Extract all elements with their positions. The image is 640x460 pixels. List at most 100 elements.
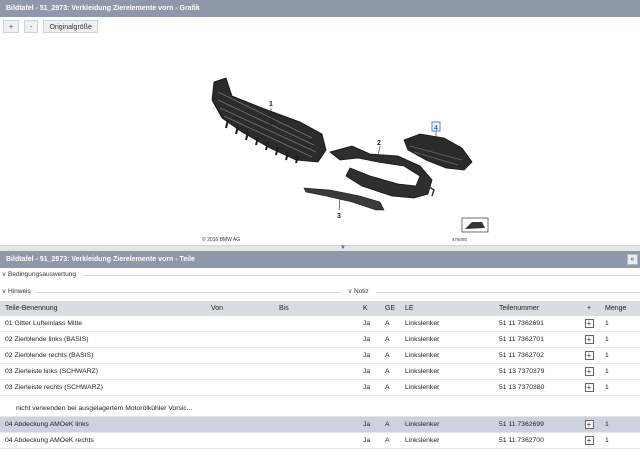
conditions-label: Bedingungsauswertung <box>8 271 76 278</box>
copyright-text: © 2016 BMW AG <box>202 236 240 243</box>
part-1-center-grille[interactable] <box>211 77 327 164</box>
callout-1[interactable]: 1 <box>269 101 273 108</box>
part-le: Linkslenker <box>405 368 440 375</box>
part-from <box>206 364 274 379</box>
add-to-cart-button[interactable]: + <box>578 433 600 448</box>
part-le: Linkslenker <box>405 437 440 444</box>
part-name: 04 Abdeckung AMOeK rechts <box>5 437 94 444</box>
callout-4[interactable]: 4 <box>434 125 438 132</box>
part-number: 51 13 7370380 <box>499 384 545 391</box>
callout-2[interactable]: 2 <box>377 140 381 147</box>
part-k: Ja <box>363 336 371 343</box>
add-to-cart-button[interactable]: + <box>578 316 600 331</box>
parts-panel-title: Bildtafel - 51_2973: Verkleidung Zierele… <box>0 251 640 268</box>
table-row[interactable]: 02 Zierblende rechts (BASIS) Ja A Linksl… <box>0 348 640 364</box>
col-header-name[interactable]: Teile-Benennung <box>0 301 206 316</box>
part-name: 01 Gitter Lufteinlass Mitte <box>5 320 83 327</box>
table-header: Teile-Benennung Von Bis K GE LE Teilenum… <box>0 301 640 316</box>
table-row-selected[interactable]: 04 Abdeckung AMOeK links Ja A Linkslenke… <box>0 417 640 433</box>
zoom-in-button[interactable]: + <box>3 20 20 33</box>
conditions-section[interactable]: ∨ Bedingungsauswertung <box>0 269 640 281</box>
plus-icon: + <box>584 435 594 445</box>
part-to <box>274 380 358 395</box>
add-to-cart-button[interactable]: + <box>578 332 600 347</box>
chevron-down-icon: ∨ <box>347 288 353 295</box>
add-to-cart-button[interactable]: + <box>578 348 600 363</box>
plus-icon: + <box>584 318 594 328</box>
note-row[interactable]: nicht verwenden bei ausgelagertem Motorö… <box>0 396 640 417</box>
part-from <box>206 380 274 395</box>
part-k: Ja <box>363 352 371 359</box>
original-size-button[interactable]: Originalgröße <box>43 20 98 33</box>
col-header-k[interactable]: K <box>358 301 380 316</box>
part-le: Linkslenker <box>405 320 440 327</box>
plus-icon: + <box>584 382 594 392</box>
plus-icon: + <box>584 334 594 344</box>
section-divider <box>36 292 342 293</box>
part-le: Linkslenker <box>405 421 440 428</box>
part-from <box>206 417 274 432</box>
part-to <box>274 364 358 379</box>
table-row[interactable]: 03 Zierleiste rechts (SCHWARZ) Ja A Link… <box>0 380 640 396</box>
part-k: Ja <box>363 368 371 375</box>
part-number: 51 11 7362700 <box>499 437 544 444</box>
parts-table: Teile-Benennung Von Bis K GE LE Teilenum… <box>0 301 640 449</box>
callout-3[interactable]: 3 <box>337 213 341 220</box>
part-ge: A <box>385 437 390 444</box>
part-k: Ja <box>363 320 371 327</box>
part-ge: A <box>385 421 390 428</box>
graphic-panel-title: Bildtafel - 51_2973: Verkleidung Zierele… <box>0 0 640 17</box>
part-quantity: 1 <box>605 384 609 391</box>
part-le: Linkslenker <box>405 336 440 343</box>
part-number: 51 11 7362699 <box>499 421 544 428</box>
collapse-panel-icon[interactable]: « <box>627 254 638 265</box>
part-3-trim-strip[interactable] <box>303 187 385 211</box>
add-to-cart-button[interactable]: + <box>578 380 600 395</box>
add-to-cart-button[interactable]: + <box>578 364 600 379</box>
note-section[interactable]: ∨ Notiz <box>346 286 640 298</box>
part-number: 51 11 7362691 <box>499 320 544 327</box>
part-from <box>206 433 274 448</box>
part-ge: A <box>385 336 390 343</box>
part-quantity: 1 <box>605 368 609 375</box>
section-divider <box>82 275 640 276</box>
part-quantity: 1 <box>605 437 609 444</box>
graphic-toolbar: + - Originalgröße <box>3 20 98 34</box>
section-divider <box>376 292 640 293</box>
col-header-part-number[interactable]: Teilenummer <box>494 301 578 316</box>
plus-icon: + <box>584 366 594 376</box>
part-name: 03 Zierleiste links (SCHWARZ) <box>5 368 99 375</box>
col-header-le[interactable]: LE <box>400 301 494 316</box>
part-ge: A <box>385 352 390 359</box>
part-quantity: 1 <box>605 336 609 343</box>
part-from <box>206 332 274 347</box>
col-header-quantity[interactable]: Menge <box>600 301 640 316</box>
diagram-code: 476080 <box>452 237 468 242</box>
add-to-cart-button[interactable]: + <box>578 417 600 432</box>
hint-label: Hinweis <box>8 288 31 295</box>
note-row-text: nicht verwenden bei ausgelagertem Motorö… <box>16 405 193 412</box>
part-name: 03 Zierleiste rechts (SCHWARZ) <box>5 384 103 391</box>
col-header-from[interactable]: Von <box>206 301 274 316</box>
part-from <box>206 348 274 363</box>
col-header-to[interactable]: Bis <box>274 301 358 316</box>
part-quantity: 1 <box>605 320 609 327</box>
part-to <box>274 348 358 363</box>
table-row[interactable]: 04 Abdeckung AMOeK rechts Ja A Linkslenk… <box>0 433 640 449</box>
table-row[interactable]: 03 Zierleiste links (SCHWARZ) Ja A Links… <box>0 364 640 380</box>
parts-diagram[interactable]: 1 2 3 4 © 2016 BMW AG 476080 <box>0 36 640 246</box>
table-row[interactable]: 02 Zierblende links (BASIS) Ja A Linksle… <box>0 332 640 348</box>
zoom-out-button[interactable]: - <box>24 20 39 33</box>
part-quantity: 1 <box>605 421 609 428</box>
part-k: Ja <box>363 421 371 428</box>
col-header-ge[interactable]: GE <box>380 301 400 316</box>
col-header-add[interactable]: + <box>578 301 600 316</box>
table-row[interactable]: 01 Gitter Lufteinlass Mitte Ja A Linksle… <box>0 316 640 332</box>
part-name: 02 Zierblende links (BASIS) <box>5 336 89 343</box>
part-le: Linkslenker <box>405 384 440 391</box>
part-ge: A <box>385 320 390 327</box>
part-le: Linkslenker <box>405 352 440 359</box>
plus-icon: + <box>584 419 594 429</box>
part-from <box>206 316 274 331</box>
part-to <box>274 332 358 347</box>
